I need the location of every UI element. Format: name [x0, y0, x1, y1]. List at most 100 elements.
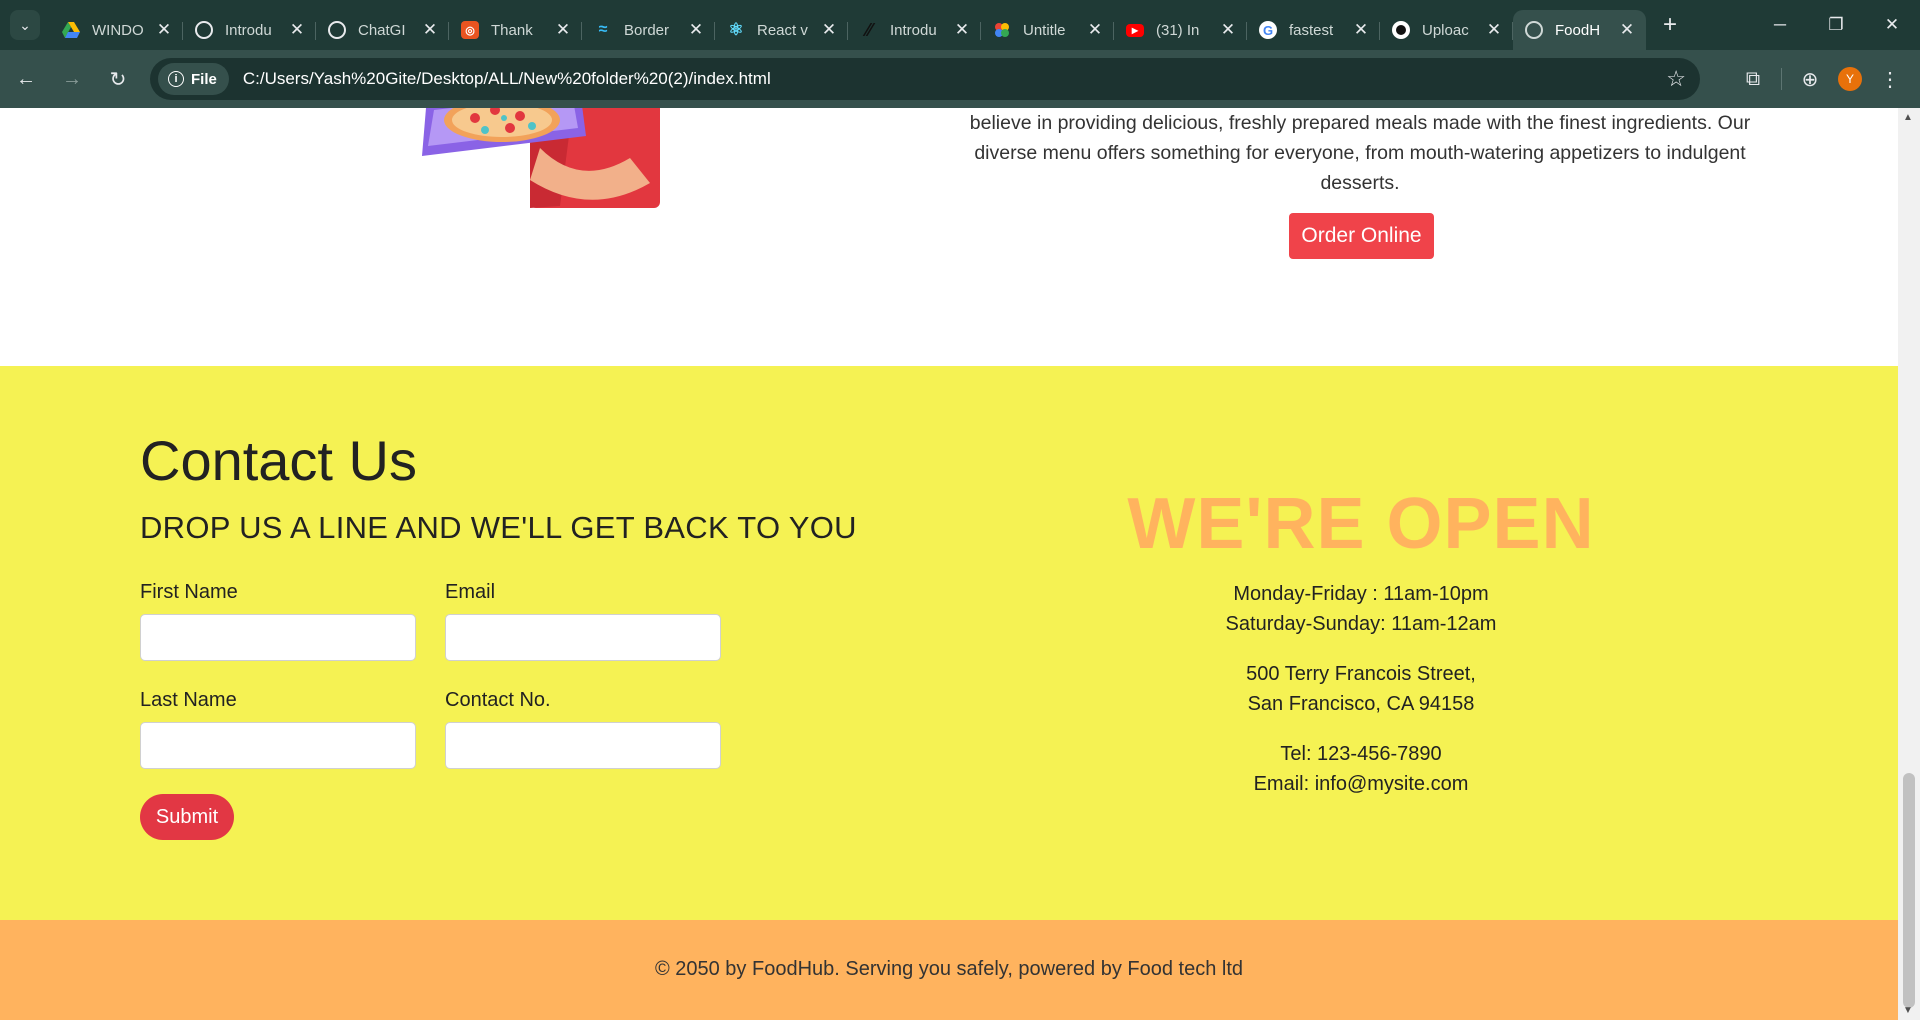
- browser-tab[interactable]: G fastest ✕: [1247, 10, 1380, 50]
- about-paragraph: believe in providing delicious, freshly …: [969, 112, 1751, 194]
- contact-section: Contact Us DROP US A LINE AND WE'LL GET …: [0, 366, 1898, 920]
- about-section: believe in providing delicious, freshly …: [0, 108, 1898, 366]
- arrow-right-icon: →: [62, 67, 82, 90]
- close-icon[interactable]: ✕: [1618, 20, 1636, 40]
- close-icon[interactable]: ✕: [1086, 20, 1104, 40]
- close-icon[interactable]: ✕: [953, 20, 971, 40]
- tab-title: React v: [757, 21, 808, 39]
- contact-title: Contact Us: [140, 429, 417, 492]
- url-text[interactable]: C:/Users/Yash%20Gite/Desktop/ALL/New%20f…: [243, 69, 771, 89]
- forward-button[interactable]: →: [52, 59, 92, 99]
- browser-tab[interactable]: Uploac ✕: [1380, 10, 1513, 50]
- tab-title: Border: [624, 21, 670, 39]
- tailwind-icon: ≈: [598, 21, 608, 38]
- tab-title: FoodH: [1555, 21, 1601, 39]
- ubuntu-icon: ◎: [461, 21, 479, 39]
- restore-icon: ❐: [1828, 15, 1844, 34]
- kebab-menu-icon: ⋮: [1880, 68, 1900, 91]
- new-tab-button[interactable]: +: [1652, 7, 1688, 43]
- tab-title: WINDO: [92, 21, 144, 39]
- contact-subtitle: DROP US A LINE AND WE'LL GET BACK TO YOU: [140, 510, 857, 545]
- close-icon[interactable]: ✕: [554, 20, 572, 40]
- minimize-icon: ─: [1773, 15, 1787, 34]
- slash-icon: ⁄⁄: [865, 19, 872, 40]
- submit-button[interactable]: Submit: [140, 794, 234, 840]
- browser-tab[interactable]: Introdu ✕: [183, 10, 316, 50]
- openai-icon: [328, 21, 346, 39]
- puzzle-icon: ⧉: [1745, 67, 1761, 90]
- close-icon[interactable]: ✕: [1219, 20, 1237, 40]
- bookmark-star-icon[interactable]: ☆: [1666, 66, 1686, 92]
- scrollbar-thumb[interactable]: [1903, 773, 1915, 1008]
- contact-email[interactable]: Email: info@mysite.com: [1090, 769, 1632, 799]
- minimize-button[interactable]: ─: [1752, 0, 1808, 50]
- address-block: 500 Terry Francois Street, San Francisco…: [1090, 659, 1632, 719]
- close-icon[interactable]: ✕: [1352, 20, 1370, 40]
- back-button[interactable]: ←: [6, 59, 46, 99]
- first-name-input[interactable]: [140, 614, 416, 661]
- open-hours-title: WE'RE OPEN: [1127, 484, 1595, 564]
- address-line-2: San Francisco, CA 94158: [1247, 693, 1475, 715]
- profile-avatar[interactable]: Y: [1838, 67, 1862, 91]
- reload-button[interactable]: ↻: [98, 59, 138, 99]
- browser-tab-active[interactable]: FoodH ✕: [1513, 10, 1646, 50]
- google-icon: G: [1259, 21, 1277, 39]
- browser-tab[interactable]: ≈ Border ✕: [582, 10, 715, 50]
- telephone: Tel: 123-456-7890: [1280, 743, 1442, 765]
- tab-search-button[interactable]: ⌄: [10, 10, 40, 40]
- window-controls: ─ ❐ ✕: [1752, 0, 1920, 50]
- browser-tab[interactable]: ◎ Thank ✕: [449, 10, 582, 50]
- extensions-button[interactable]: ⧉: [1733, 59, 1773, 99]
- tab-title: Uploac: [1422, 21, 1469, 39]
- tab-strip: ⌄ WINDO ✕ Introdu ✕ ChatGI ✕ ◎ Thank ✕ ≈…: [0, 0, 1920, 50]
- info-icon: i: [168, 71, 184, 87]
- browser-tab[interactable]: Untitle ✕: [981, 10, 1114, 50]
- browser-tab[interactable]: ▶ (31) In ✕: [1114, 10, 1247, 50]
- order-online-button[interactable]: Order Online: [1289, 213, 1434, 259]
- google-photos-icon: [993, 21, 1011, 39]
- arrow-left-icon: ←: [16, 67, 36, 90]
- restore-button[interactable]: ❐: [1808, 0, 1864, 50]
- email-input[interactable]: [445, 614, 721, 661]
- address-bar[interactable]: i File C:/Users/Yash%20Gite/Desktop/ALL/…: [150, 58, 1700, 100]
- close-icon[interactable]: ✕: [687, 20, 705, 40]
- close-window-button[interactable]: ✕: [1864, 0, 1920, 50]
- scroll-up-icon[interactable]: ▲: [1903, 112, 1913, 123]
- menu-button[interactable]: ⋮: [1870, 59, 1910, 99]
- page-viewport: believe in providing delicious, freshly …: [0, 108, 1898, 1020]
- close-icon: ✕: [1884, 15, 1900, 34]
- site-info-chip[interactable]: i File: [158, 63, 229, 95]
- last-name-input[interactable]: [140, 722, 416, 769]
- page-scrollbar[interactable]: ▲ ▼: [1898, 108, 1920, 1020]
- youtube-icon: ▶: [1126, 23, 1144, 37]
- close-icon[interactable]: ✕: [820, 20, 838, 40]
- footer-copyright: © 2050 by FoodHub. Serving you safely, p…: [654, 958, 1244, 980]
- browser-tab[interactable]: ⁄⁄ Introdu ✕: [848, 10, 981, 50]
- download-icon: ⊕: [1801, 68, 1819, 91]
- downloads-button[interactable]: ⊕: [1790, 59, 1830, 99]
- tab-title: ChatGI: [358, 21, 406, 39]
- close-icon[interactable]: ✕: [1485, 20, 1503, 40]
- globe-icon: [1525, 21, 1543, 39]
- address-line-1: 500 Terry Francois Street,: [1246, 663, 1476, 685]
- scroll-down-icon[interactable]: ▼: [1903, 1005, 1913, 1016]
- close-icon[interactable]: ✕: [155, 20, 173, 40]
- toolbar-actions: ⧉ ⊕ Y ⋮: [1733, 59, 1910, 99]
- contact-no-label: Contact No.: [445, 689, 551, 711]
- contact-no-input[interactable]: [445, 722, 721, 769]
- close-icon[interactable]: ✕: [421, 20, 439, 40]
- close-icon[interactable]: ✕: [288, 20, 306, 40]
- react-icon: ⚛: [728, 20, 744, 39]
- browser-tab[interactable]: WINDO ✕: [50, 10, 183, 50]
- browser-tab[interactable]: ⚛ React v ✕: [715, 10, 848, 50]
- first-name-label: First Name: [140, 581, 238, 603]
- contact-info-block: Tel: 123-456-7890 Email: info@mysite.com: [1090, 739, 1632, 799]
- site-info-label: File: [191, 70, 217, 88]
- browser-tab[interactable]: ChatGI ✕: [316, 10, 449, 50]
- last-name-label: Last Name: [140, 689, 237, 711]
- toolbar-divider: [1781, 68, 1782, 90]
- tab-title: Introdu: [225, 21, 272, 39]
- tab-title: Thank: [491, 21, 533, 39]
- tab-title: (31) In: [1156, 21, 1200, 39]
- tab-title: fastest: [1289, 21, 1334, 39]
